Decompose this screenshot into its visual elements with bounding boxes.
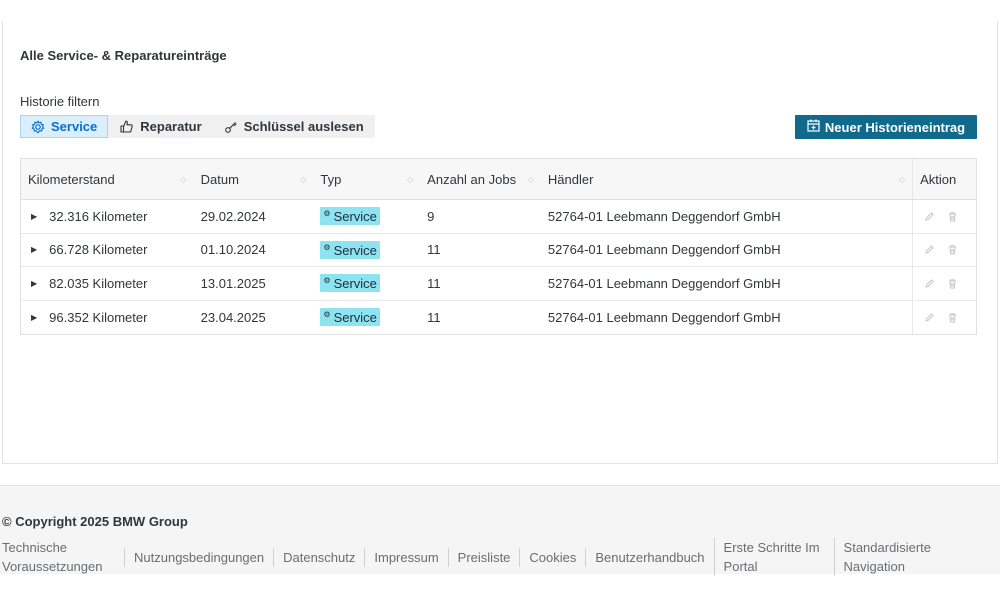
gear-icon: ⚙ (323, 242, 331, 252)
edit-pencil-icon[interactable] (924, 278, 935, 289)
edit-pencil-icon[interactable] (924, 244, 935, 255)
sort-icon: ◇ (898, 174, 906, 184)
new-history-entry-label: Neuer Historieneintrag (824, 119, 966, 135)
edit-pencil-icon[interactable] (924, 211, 935, 222)
gear-icon (31, 120, 45, 134)
jobs-cell: 9 (427, 208, 435, 224)
footer-link-imprint[interactable]: Impressum (364, 547, 447, 567)
dealer-cell: 52764-01 Leebmann Deggendorf GmbH (547, 242, 781, 258)
calendar-add-icon (807, 119, 820, 135)
table-row[interactable]: ▶ 66.728 Kilometer 01.10.2024 ⚙ Service 11… (21, 233, 976, 267)
column-header-dealer[interactable]: Händler ◇ (541, 159, 912, 199)
footer-link-privacy[interactable]: Datenschutz (273, 547, 364, 567)
gear-icon: ⚙ (323, 276, 331, 286)
copyright-text: © Copyright 2025 BMW Group (2, 514, 188, 529)
footer-link-user-manual[interactable]: Benutzerhandbuch (585, 547, 713, 567)
dealer-cell: 52764-01 Leebmann Deggendorf GmbH (547, 208, 781, 224)
sort-icon: ◇ (300, 174, 307, 184)
footer-links: Technische Voraussetzungen Nutzungsbedin… (2, 537, 946, 577)
filter-segmented-control: Service Reparatur Schlüssel auslesen (20, 115, 375, 138)
delete-trash-icon[interactable] (947, 244, 958, 255)
history-table: Kilometerstand ◇ Datum ◇ Typ ◇ Anzahl an Jo… (20, 158, 977, 335)
page: Alle Service- & Reparatureinträge Histor… (0, 0, 1000, 600)
expand-caret-icon[interactable]: ▶ (31, 245, 37, 254)
sort-icon: ◇ (527, 174, 534, 184)
jobs-cell: 11 (427, 275, 441, 291)
column-header-date[interactable]: Datum ◇ (194, 159, 314, 199)
gear-icon: ⚙ (323, 209, 331, 219)
footer-link-terms[interactable]: Nutzungsbedingungen (124, 547, 273, 567)
table-row[interactable]: ▶ 82.035 Kilometer 13.01.2025 ⚙ Service 11… (21, 267, 976, 301)
date-cell: 29.02.2024 (200, 208, 266, 224)
key-icon (224, 120, 238, 134)
table-row[interactable]: ▶ 96.352 Kilometer 23.04.2025 ⚙ Service 11… (21, 300, 976, 334)
type-tag: ⚙ Service (320, 207, 380, 226)
jobs-cell: 11 (427, 309, 441, 325)
dealer-cell: 52764-01 Leebmann Deggendorf GmbH (547, 309, 781, 325)
mileage-cell: 66.728 Kilometer (49, 242, 148, 258)
thumbs-up-icon (119, 119, 134, 134)
date-cell: 13.01.2025 (200, 275, 266, 291)
expand-caret-icon[interactable]: ▶ (31, 279, 37, 288)
footer-link-pricelist[interactable]: Preisliste (447, 547, 520, 567)
new-history-entry-button[interactable]: Neuer Historieneintrag (795, 115, 977, 139)
mileage-cell: 82.035 Kilometer (49, 275, 148, 291)
footer-link-tech-requirements[interactable]: Technische Voraussetzungen (2, 538, 124, 576)
date-cell: 23.04.2025 (200, 309, 266, 325)
expand-caret-icon[interactable]: ▶ (31, 212, 37, 221)
mileage-cell: 96.352 Kilometer (49, 309, 148, 325)
date-cell: 01.10.2024 (200, 242, 266, 258)
expand-caret-icon[interactable]: ▶ (31, 313, 37, 322)
footer-link-first-steps[interactable]: Erste Schritte Im Portal (713, 538, 834, 576)
filter-repair-label: Reparatur (140, 119, 202, 134)
gear-icon: ⚙ (323, 310, 331, 320)
filter-service-button[interactable]: Service (20, 115, 109, 138)
type-tag: ⚙ Service (320, 308, 380, 327)
delete-trash-icon[interactable] (947, 211, 958, 222)
filter-key-button[interactable]: Schlüssel auslesen (213, 115, 375, 138)
filter-service-label: Service (51, 119, 98, 134)
sort-icon: ◇ (180, 174, 187, 184)
column-header-type[interactable]: Typ ◇ (313, 159, 420, 199)
footer-link-cookies[interactable]: Cookies (519, 547, 585, 567)
footer-link-standardized-navigation[interactable]: Standardisierte Navigation (833, 538, 946, 576)
jobs-cell: 11 (427, 242, 441, 258)
sort-icon: ◇ (407, 174, 414, 184)
column-header-action: Aktion (912, 159, 976, 199)
type-tag: ⚙ Service (320, 274, 380, 293)
delete-trash-icon[interactable] (947, 278, 958, 289)
filter-repair-button[interactable]: Reparatur (108, 115, 212, 138)
table-row[interactable]: ▶ 32.316 Kilometer 29.02.2024 ⚙ Service 9 … (21, 200, 976, 234)
mileage-cell: 32.316 Kilometer (49, 208, 148, 224)
section-title: Alle Service- & Reparatureinträge (20, 48, 227, 63)
column-header-mileage[interactable]: Kilometerstand ◇ (21, 159, 194, 199)
filter-label: Historie filtern (20, 94, 100, 109)
filter-key-label: Schlüssel auslesen (243, 119, 364, 134)
dealer-cell: 52764-01 Leebmann Deggendorf GmbH (547, 275, 781, 291)
delete-trash-icon[interactable] (947, 312, 958, 323)
table-header: Kilometerstand ◇ Datum ◇ Typ ◇ Anzahl an Jo… (21, 159, 976, 200)
edit-pencil-icon[interactable] (924, 312, 935, 323)
type-tag: ⚙ Service (320, 240, 380, 259)
column-header-jobs[interactable]: Anzahl an Jobs ◇ (420, 159, 541, 199)
